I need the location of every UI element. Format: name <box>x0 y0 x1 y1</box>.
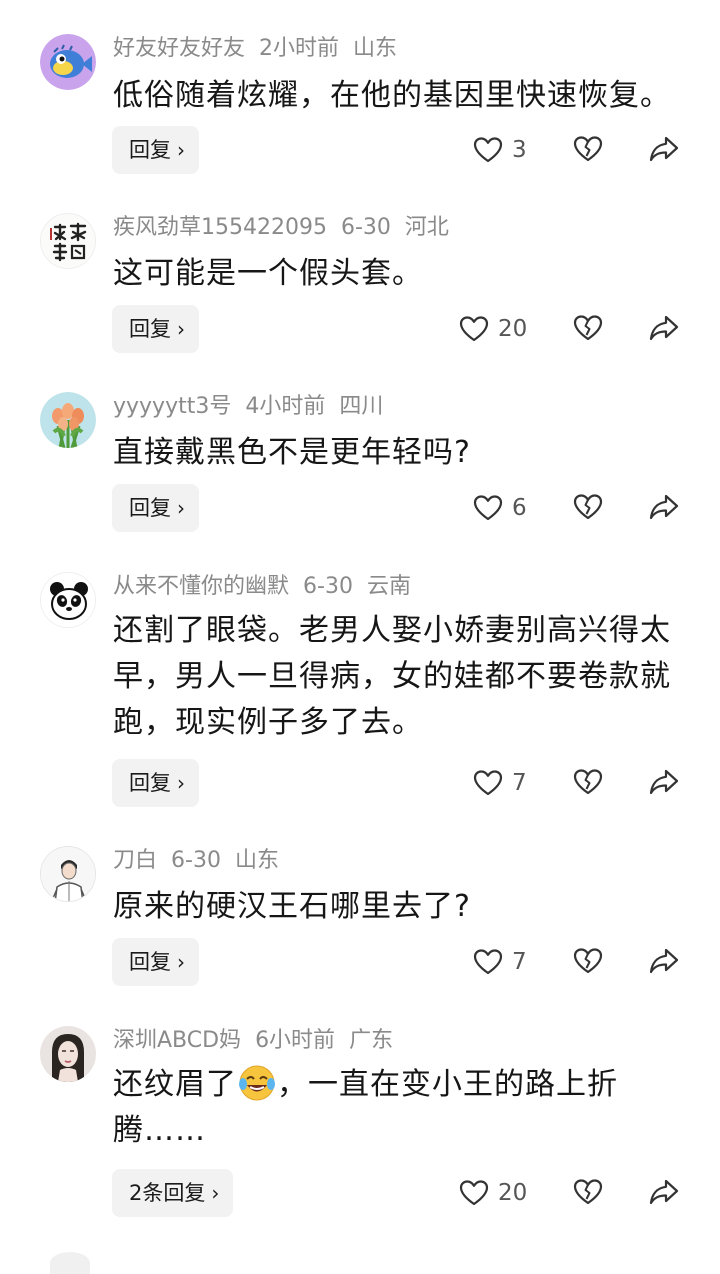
broken-heart-icon[interactable] <box>572 312 604 344</box>
comment-text-part: 还纹眉了 <box>113 1067 237 1102</box>
share-arrow-icon[interactable] <box>648 133 680 165</box>
like-button[interactable]: 20 <box>458 312 527 346</box>
comment-time: 6-30 <box>171 848 221 873</box>
like-button[interactable]: 7 <box>472 766 527 800</box>
reply-label: 回复 <box>129 771 171 795</box>
comment-text[interactable]: 还纹眉了 ，一直在变小王的路上折腾…… <box>113 1062 673 1154</box>
like-count: 3 <box>512 137 527 163</box>
reply-label: 回复 <box>129 496 171 520</box>
avatar[interactable] <box>40 34 96 90</box>
reply-button[interactable]: 回复 › <box>112 305 199 353</box>
avatar[interactable] <box>40 846 96 902</box>
chevron-right-icon: › <box>177 138 185 162</box>
reply-label: 回复 <box>129 317 171 341</box>
like-count: 20 <box>498 1180 528 1206</box>
comment-location: 山东 <box>234 848 279 873</box>
reply-button[interactable]: 回复 › <box>112 484 199 532</box>
username[interactable]: 从来不懂你的幽默 <box>113 574 289 599</box>
avatar[interactable] <box>50 1252 90 1274</box>
comment-meta: 疾风劲草155422095 6-30 河北 <box>113 213 463 243</box>
heart-outline-icon <box>472 492 504 524</box>
comment-location: 云南 <box>366 574 411 599</box>
like-button[interactable]: 6 <box>472 491 527 525</box>
comment-meta: 深圳ABCD妈 6小时前 广东 <box>113 1026 407 1056</box>
comment-location: 山东 <box>353 36 398 61</box>
chevron-right-icon: › <box>177 950 185 974</box>
heart-outline-icon <box>472 946 504 978</box>
chevron-right-icon: › <box>177 317 185 341</box>
avatar[interactable] <box>40 572 96 628</box>
reply-button[interactable]: 回复 › <box>112 938 199 986</box>
comment-text[interactable]: 低俗随着炫耀，在他的基因里快速恢复。 <box>113 73 693 119</box>
reply-button[interactable]: 回复 › <box>112 126 199 174</box>
comment-time: 6小时前 <box>255 1028 336 1053</box>
comment-text[interactable]: 原来的硬汉王石哪里去了? <box>113 884 693 930</box>
avatar[interactable] <box>40 1026 96 1082</box>
woman-portrait-icon <box>40 1026 96 1082</box>
panda-icon <box>41 573 95 627</box>
username[interactable]: 疾风劲草155422095 <box>113 215 327 240</box>
broken-heart-icon[interactable] <box>572 133 604 165</box>
comment-location: 河北 <box>404 215 449 240</box>
broken-heart-icon[interactable] <box>572 1176 604 1208</box>
comment-time: 6-30 <box>303 574 353 599</box>
heart-outline-icon <box>458 1177 490 1209</box>
pufferfish-icon <box>40 34 96 90</box>
crying-laughing-emoji-icon <box>237 1062 277 1102</box>
like-count: 7 <box>512 949 527 975</box>
tulip-icon <box>40 392 96 448</box>
reply-label: 回复 <box>129 950 171 974</box>
reply-button[interactable]: 2条回复 › <box>112 1169 234 1217</box>
reply-button[interactable]: 回复 › <box>112 759 199 807</box>
comment-meta: 刀白 6-30 山东 <box>113 846 293 876</box>
like-count: 20 <box>498 316 528 342</box>
comment-time: 4小时前 <box>245 394 326 419</box>
comment-meta: 好友好友好友 2小时前 山东 <box>113 34 411 64</box>
comment-meta: yyyyytt3号 4小时前 四川 <box>113 392 397 422</box>
share-arrow-icon[interactable] <box>648 1176 680 1208</box>
comment-location: 广东 <box>349 1028 394 1053</box>
like-count: 7 <box>512 770 527 796</box>
comment-text[interactable]: 还割了眼袋。老男人娶小娇妻别高兴得太早，男人一旦得病，女的娃都不要卷款就跑，现实… <box>113 608 688 746</box>
reply-label: 回复 <box>129 138 171 162</box>
comment-text[interactable]: 直接戴黑色不是更年轻吗? <box>113 430 693 476</box>
like-button[interactable]: 7 <box>472 945 527 979</box>
like-button[interactable]: 3 <box>472 133 527 167</box>
broken-heart-icon[interactable] <box>572 491 604 523</box>
chevron-right-icon: › <box>177 771 185 795</box>
username[interactable]: 深圳ABCD妈 <box>113 1028 241 1053</box>
avatar[interactable] <box>40 392 96 448</box>
share-arrow-icon[interactable] <box>648 491 680 523</box>
share-arrow-icon[interactable] <box>648 945 680 977</box>
comment-time: 6-30 <box>340 215 391 240</box>
share-arrow-icon[interactable] <box>648 766 680 798</box>
man-sketch-icon <box>41 847 95 901</box>
comment-time: 2小时前 <box>259 36 340 61</box>
like-count: 6 <box>512 495 527 521</box>
heart-outline-icon <box>458 313 490 345</box>
comment-location: 四川 <box>339 394 384 419</box>
username[interactable]: 刀白 <box>113 848 157 873</box>
like-button[interactable]: 20 <box>458 1176 527 1210</box>
chevron-right-icon: › <box>211 1181 220 1205</box>
calligraphy-icon <box>41 214 95 268</box>
heart-outline-icon <box>472 134 504 166</box>
username[interactable]: 好友好友好友 <box>113 36 245 61</box>
comment-meta: 从来不懂你的幽默 6-30 云南 <box>113 572 425 602</box>
avatar[interactable] <box>40 213 96 269</box>
chevron-right-icon: › <box>177 496 185 520</box>
reply-label: 2条回复 <box>129 1181 206 1205</box>
heart-outline-icon <box>472 767 504 799</box>
share-arrow-icon[interactable] <box>648 312 680 344</box>
username[interactable]: yyyyytt3号 <box>113 394 231 419</box>
comment-text[interactable]: 这可能是一个假头套。 <box>113 251 693 297</box>
broken-heart-icon[interactable] <box>572 766 604 798</box>
broken-heart-icon[interactable] <box>572 945 604 977</box>
